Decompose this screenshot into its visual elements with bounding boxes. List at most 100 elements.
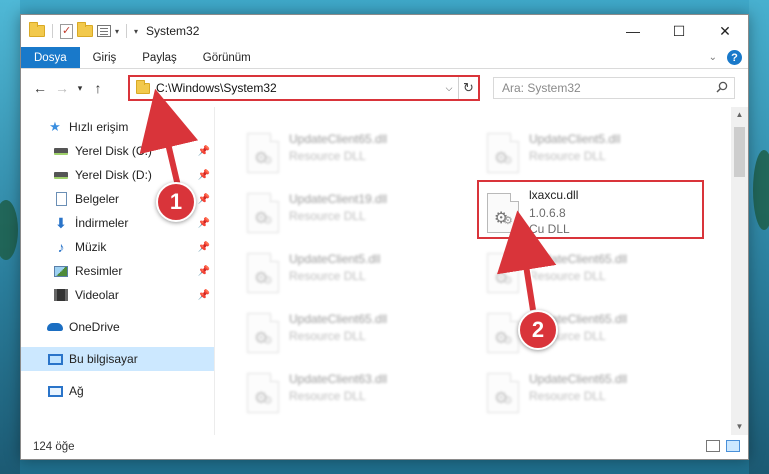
file-item[interactable]: ⚙ ⚙ UpdateClient19.dll Resource DLL xyxy=(239,187,467,247)
drive-icon xyxy=(53,168,69,182)
main-content: ★ Hızlı erişim Yerel Disk (C:) 📌 Yerel D… xyxy=(21,107,748,435)
sidebar-item-label: Resimler xyxy=(75,264,123,278)
file-item[interactable]: ⚙ ⚙ UpdateClient65.dll Resource DLL xyxy=(239,127,467,187)
tab-view[interactable]: Görünüm xyxy=(190,47,264,68)
tab-share[interactable]: Paylaş xyxy=(129,47,190,68)
customize-view-icon[interactable] xyxy=(97,25,111,37)
dll-file-icon: ⚙ ⚙ xyxy=(487,373,519,413)
quick-access-toolbar: ▾ ▾ xyxy=(21,22,138,39)
customize-toolbar-icon[interactable]: ▾ xyxy=(134,27,138,36)
details-view-icon[interactable] xyxy=(706,440,720,452)
navigation-bar: ← → ▾ ↑ C:\Windows\System32 ⌵ ↻ Ara: Sys… xyxy=(21,69,748,107)
properties-icon[interactable] xyxy=(60,23,73,39)
forward-arrow-icon[interactable]: → xyxy=(51,80,73,96)
folder-icon xyxy=(136,79,150,94)
tab-home[interactable]: Giriş xyxy=(80,47,130,68)
chevron-down-icon[interactable]: ▾ xyxy=(115,27,119,36)
sidebar-item-label: Bu bilgisayar xyxy=(69,352,138,366)
help-icon[interactable]: ? xyxy=(727,50,742,65)
pin-icon[interactable]: 📌 xyxy=(198,146,210,157)
dll-file-icon: ⚙ ⚙ xyxy=(487,253,519,293)
file-item[interactable]: ⚙ ⚙ UpdateClient5.dll Resource DLL xyxy=(479,127,707,187)
file-item[interactable]: ⚙ ⚙ UpdateClient5.dll Resource DLL xyxy=(239,247,467,307)
close-button[interactable]: ✕ xyxy=(702,15,748,47)
file-description: Resource DLL xyxy=(289,149,366,163)
tab-file[interactable]: Dosya xyxy=(21,47,80,68)
scroll-up-icon[interactable]: ▲ xyxy=(731,107,748,123)
minimize-button[interactable]: — xyxy=(610,15,656,47)
file-name: UpdateClient65.dll xyxy=(529,372,628,386)
navigation-pane: ★ Hızlı erişim Yerel Disk (C:) 📌 Yerel D… xyxy=(21,107,215,435)
back-arrow-icon[interactable]: ← xyxy=(29,80,51,96)
network-icon xyxy=(47,384,63,398)
toolbar-separator xyxy=(126,24,128,38)
file-item[interactable]: ⚙ ⚙ UpdateClient65.dll Resource DLL xyxy=(239,307,467,367)
onedrive-icon xyxy=(47,320,63,334)
sidebar-item-label: Yerel Disk (C:) xyxy=(75,144,152,158)
pin-icon[interactable]: 📌 xyxy=(198,194,210,205)
sidebar-item-label: Hızlı erişim xyxy=(69,120,129,134)
sidebar-item-local-disk-c[interactable]: Yerel Disk (C:) 📌 xyxy=(21,139,214,163)
file-name: UpdateClient65.dll xyxy=(529,252,628,266)
recent-locations-icon[interactable]: ▾ xyxy=(73,83,87,94)
scroll-thumb[interactable] xyxy=(734,127,745,177)
drive-icon xyxy=(53,144,69,158)
window-title: System32 xyxy=(146,24,200,38)
scroll-down-icon[interactable]: ▼ xyxy=(731,419,748,435)
file-description: Resource DLL xyxy=(529,389,606,403)
desktop-background-right xyxy=(749,0,769,474)
file-description: Resource DLL xyxy=(289,389,366,403)
window-controls: — ☐ ✕ xyxy=(610,15,748,47)
file-list: ⚙ ⚙ UpdateClient65.dll Resource DLL ⚙ ⚙ Upd… xyxy=(215,107,748,435)
tiles-view-icon[interactable] xyxy=(726,440,740,452)
sidebar-item-label: Yerel Disk (D:) xyxy=(75,168,152,182)
ribbon-right-controls: ⌄ ? xyxy=(709,50,742,65)
address-history-dropdown[interactable]: ⌵ xyxy=(440,83,458,94)
new-folder-icon[interactable] xyxy=(77,22,93,37)
pin-icon[interactable]: 📌 xyxy=(198,290,210,301)
search-box[interactable]: Ara: System32 xyxy=(493,77,735,99)
dll-file-icon: ⚙ ⚙ xyxy=(247,373,279,413)
file-name: UpdateClient65.dll xyxy=(289,132,388,146)
sidebar-item-music[interactable]: ♪ Müzik 📌 xyxy=(21,235,214,259)
address-path[interactable]: C:\Windows\System32 xyxy=(156,81,440,95)
address-bar[interactable]: C:\Windows\System32 ⌵ ↻ xyxy=(128,75,480,101)
pin-icon[interactable]: 📌 xyxy=(198,242,210,253)
file-description: Resource DLL xyxy=(289,329,366,343)
step-badge-1: 1 xyxy=(156,182,196,222)
sidebar-item-onedrive[interactable]: OneDrive xyxy=(21,315,214,339)
sidebar-item-label: Ağ xyxy=(69,384,84,398)
pin-icon[interactable]: 📌 xyxy=(198,170,210,181)
maximize-button[interactable]: ☐ xyxy=(656,15,702,47)
vertical-scrollbar[interactable]: ▲ ▼ xyxy=(731,107,748,435)
ribbon-tabs: Dosya Giriş Paylaş Görünüm ⌄ ? xyxy=(21,47,748,69)
videos-icon xyxy=(53,288,69,302)
file-item[interactable]: ⚙ ⚙ UpdateClient65.dll Resource DLL xyxy=(479,247,707,307)
file-item[interactable]: ⚙ ⚙ UpdateClient65.dll Resource DLL xyxy=(479,307,707,367)
expand-ribbon-icon[interactable]: ⌄ xyxy=(709,52,717,63)
file-description: Resource DLL xyxy=(529,149,606,163)
sidebar-item-this-pc[interactable]: Bu bilgisayar xyxy=(21,347,214,371)
up-arrow-icon[interactable]: ↑ xyxy=(87,80,109,96)
file-item[interactable]: ⚙ ⚙ UpdateClient63.dll Resource DLL xyxy=(239,367,467,427)
music-icon: ♪ xyxy=(57,239,65,255)
pin-icon[interactable]: 📌 xyxy=(198,266,210,277)
pictures-icon xyxy=(53,264,69,278)
pin-icon[interactable]: 📌 xyxy=(198,218,210,229)
file-name: UpdateClient65.dll xyxy=(289,312,388,326)
dll-file-icon: ⚙ ⚙ xyxy=(487,313,519,353)
step-badge-2: 2 xyxy=(518,310,558,350)
file-description: Resource DLL xyxy=(289,209,366,223)
file-name: UpdateClient63.dll xyxy=(289,372,388,386)
sidebar-item-network[interactable]: Ağ xyxy=(21,379,214,403)
refresh-icon[interactable]: ↻ xyxy=(458,77,478,99)
item-count: 124 öğe xyxy=(33,441,75,453)
search-icon[interactable] xyxy=(716,81,728,93)
file-description: Resource DLL xyxy=(529,269,606,283)
sidebar-item-quick-access[interactable]: ★ Hızlı erişim xyxy=(21,115,214,139)
explorer-window: ▾ ▾ System32 — ☐ ✕ Dosya Giriş Paylaş Gö… xyxy=(20,14,749,460)
view-switcher xyxy=(706,440,740,452)
file-item[interactable]: ⚙ ⚙ UpdateClient65.dll Resource DLL xyxy=(479,367,707,427)
sidebar-item-pictures[interactable]: Resimler 📌 xyxy=(21,259,214,283)
sidebar-item-videos[interactable]: Videolar 📌 xyxy=(21,283,214,307)
